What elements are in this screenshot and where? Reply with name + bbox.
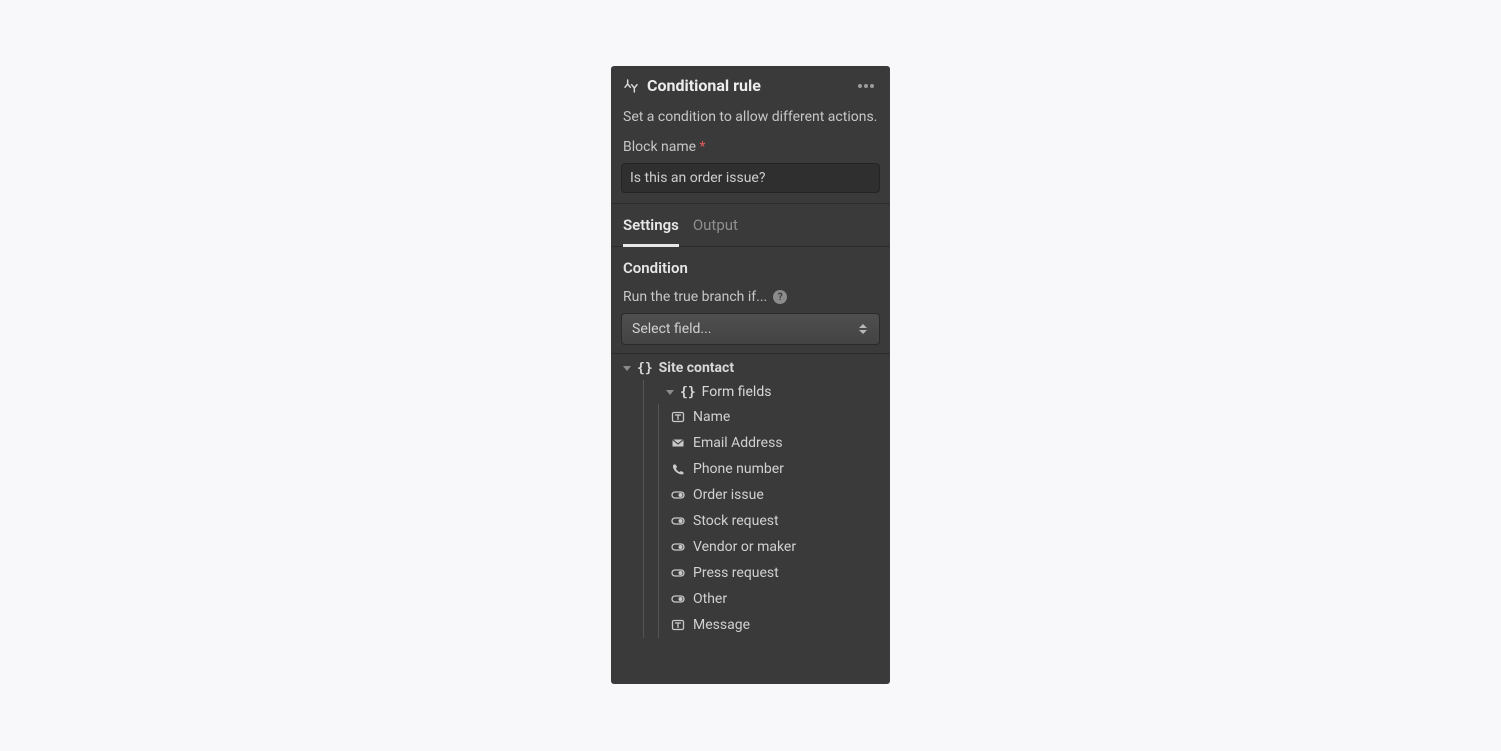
- panel-description: Set a condition to allow different actio…: [611, 103, 890, 135]
- panel-header: Conditional rule: [611, 66, 890, 103]
- field-tree: {} Site contact {} Form fields Name Email…: [611, 354, 890, 648]
- tree-field-label: Name: [693, 409, 730, 425]
- block-name-label: Block name *: [611, 135, 890, 159]
- phone-icon: [671, 462, 685, 476]
- tab-settings[interactable]: Settings: [623, 216, 679, 247]
- run-branch-label: Run the true branch if... ?: [611, 283, 890, 313]
- caret-down-icon: [666, 390, 674, 395]
- more-options-button[interactable]: [854, 80, 878, 92]
- toggle-icon: [671, 566, 685, 580]
- email-icon: [671, 436, 685, 450]
- conditional-rule-panel: Conditional rule Set a condition to allo…: [611, 66, 890, 684]
- tree-field-item[interactable]: Vendor or maker: [659, 534, 880, 560]
- object-icon: {}: [637, 361, 653, 376]
- object-icon: {}: [680, 385, 696, 400]
- tree-field-item[interactable]: Order issue: [659, 482, 880, 508]
- toggle-icon: [671, 592, 685, 606]
- toggle-icon: [671, 514, 685, 528]
- tree-field-label: Other: [693, 591, 727, 607]
- tree-field-label: Press request: [693, 565, 779, 581]
- branch-icon: [623, 78, 639, 94]
- tree-field-item[interactable]: Press request: [659, 560, 880, 586]
- block-name-input[interactable]: [621, 163, 880, 193]
- tree-root-site-contact[interactable]: {} Site contact: [621, 356, 880, 380]
- text-icon: [671, 618, 685, 632]
- tree-field-label: Order issue: [693, 487, 764, 503]
- panel-title: Conditional rule: [647, 76, 846, 95]
- field-select-placeholder: Select field...: [632, 321, 712, 337]
- tree-field-label: Email Address: [693, 435, 783, 451]
- tab-output[interactable]: Output: [693, 216, 738, 246]
- tabs: Settings Output: [611, 204, 890, 247]
- condition-heading: Condition: [611, 247, 890, 283]
- help-icon[interactable]: ?: [773, 290, 787, 304]
- field-select[interactable]: Select field...: [621, 313, 880, 345]
- tree-field-item[interactable]: Email Address: [659, 430, 880, 456]
- tree-field-item[interactable]: Phone number: [659, 456, 880, 482]
- toggle-icon: [671, 540, 685, 554]
- tree-field-item[interactable]: Other: [659, 586, 880, 612]
- tree-field-label: Phone number: [693, 461, 784, 477]
- required-asterisk: *: [700, 139, 706, 155]
- tree-group-form-fields[interactable]: {} Form fields: [644, 380, 880, 404]
- tree-field-item[interactable]: Message: [659, 612, 880, 638]
- tree-field-label: Stock request: [693, 513, 779, 529]
- select-caret-icon: [857, 324, 869, 334]
- caret-down-icon: [623, 366, 631, 371]
- tree-field-item[interactable]: Name: [659, 404, 880, 430]
- tree-field-item[interactable]: Stock request: [659, 508, 880, 534]
- text-icon: [671, 410, 685, 424]
- tree-field-label: Vendor or maker: [693, 539, 796, 555]
- toggle-icon: [671, 488, 685, 502]
- tree-field-label: Message: [693, 617, 750, 633]
